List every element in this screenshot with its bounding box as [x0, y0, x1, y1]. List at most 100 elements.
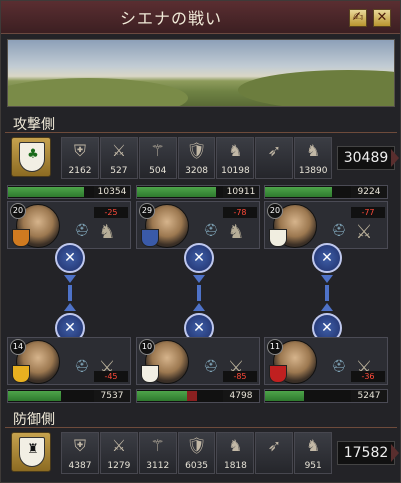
- unit-type-icon: ♞: [227, 221, 245, 243]
- unit-heavy-cavalry[interactable]: ♞ 10198: [216, 137, 255, 179]
- troop-bar: 10911: [136, 185, 260, 199]
- unit-count: 1279: [107, 461, 131, 471]
- unit-count: 504: [149, 166, 167, 176]
- commander-panel[interactable]: 10 ⛑ ⚔ -85: [136, 337, 260, 385]
- unit-pikemen[interactable]: ⚚ 3112: [138, 432, 177, 474]
- skill-icon: ⛑: [203, 359, 219, 373]
- loss-count: -85: [223, 371, 257, 382]
- commander-crest: [12, 365, 30, 383]
- attacker-crest: ♣: [11, 137, 51, 177]
- troop-bar: 4798: [136, 389, 260, 403]
- light-cavalry-icon: 🛡: [186, 436, 207, 455]
- crossed-swords-icon[interactable]: ✕: [312, 243, 342, 273]
- unit-light-infantry[interactable]: ⛨ 4387: [61, 432, 99, 474]
- close-icon[interactable]: ✕: [373, 9, 391, 27]
- knights-icon: ♞: [305, 436, 321, 455]
- knights-icon: ♞: [305, 141, 321, 160]
- commander-level: 20: [267, 203, 283, 219]
- troop-count: 7537: [94, 390, 130, 402]
- skill-icon: ⛑: [74, 359, 90, 373]
- unit-count: 4387: [68, 461, 92, 471]
- unit-count: 1818: [223, 461, 247, 471]
- arrow-down-icon: [321, 275, 333, 283]
- archers-icon: ➶: [267, 436, 281, 455]
- unit-knights[interactable]: ♞ 13890: [294, 137, 333, 179]
- troop-loss-fill: [187, 391, 197, 401]
- troop-bar: 10354: [7, 185, 131, 199]
- battlefield-image: [7, 39, 395, 107]
- heavy-infantry-icon: ⚔: [111, 141, 127, 160]
- troop-bar: 7537: [7, 389, 131, 403]
- troop-count: 4798: [223, 390, 259, 402]
- attacker-units: ⛨ 2162 ⚔ 527 ⚚ 504 🛡 3208 ♞ 10198 ➶ ♞ 13890: [61, 137, 333, 179]
- arrow-up-icon: [64, 303, 76, 311]
- archers-icon: ➶: [267, 141, 281, 160]
- loss-count: -77: [351, 207, 385, 218]
- commander-crest: [12, 229, 30, 247]
- troop-count: 10354: [94, 186, 130, 198]
- skill-icon: ⛑: [74, 223, 90, 237]
- light-infantry-icon: ⛨: [73, 141, 86, 160]
- attacker-total: 30489: [337, 146, 395, 170]
- troop-bar: 5247: [264, 389, 388, 403]
- defender-crest: ♜: [11, 432, 51, 472]
- defender-army: ♜ ⛨ 4387 ⚔ 1279 ⚚ 3112 🛡 6035 ♞ 1818 ➶ ♞ 951 17582: [5, 432, 399, 474]
- unit-count: 6035: [185, 461, 209, 471]
- commander-crest: [141, 365, 159, 383]
- commander-panel[interactable]: 14 ⛑ ⚔ -45: [7, 337, 131, 385]
- unit-light-infantry[interactable]: ⛨ 2162: [61, 137, 99, 179]
- loss-count: -36: [351, 371, 385, 382]
- commander-level: 10: [139, 339, 155, 355]
- unit-heavy-infantry[interactable]: ⚔ 1279: [99, 432, 138, 474]
- crossed-swords-icon[interactable]: ✕: [55, 243, 85, 273]
- arrow-shaft: [325, 285, 329, 301]
- commander-level: 20: [10, 203, 26, 219]
- commander-crest: [269, 229, 287, 247]
- commander-panel[interactable]: 20 ⛑ ⚔ -77: [264, 201, 388, 249]
- battle-window: シエナの戦い ✍ ✕ 攻撃側 ♣ ⛨ 2162 ⚔ 527 ⚚ 504 🛡 3208 ♞ 1019…: [0, 0, 401, 483]
- unit-count: 3112: [146, 461, 170, 471]
- skill-icon: ⛑: [331, 359, 347, 373]
- arrow-shaft: [197, 285, 201, 301]
- heavy-cavalry-icon: ♞: [228, 141, 243, 160]
- title-bar: シエナの戦い ✍ ✕: [1, 1, 400, 34]
- commander-level: 11: [267, 339, 283, 355]
- unit-pikemen[interactable]: ⚚ 504: [138, 137, 177, 179]
- troop-fill: [265, 187, 332, 197]
- unit-knights[interactable]: ♞ 951: [294, 432, 333, 474]
- unit-count: 2162: [68, 166, 92, 176]
- window-title: シエナの戦い: [119, 9, 222, 28]
- attacker-label: 攻撃側: [13, 117, 55, 133]
- unit-heavy-infantry[interactable]: ⚔ 527: [99, 137, 138, 179]
- commander-panel[interactable]: 20 ⛑ ♞ -25: [7, 201, 131, 249]
- troop-fill: [8, 187, 84, 197]
- defender-total: 17582: [337, 441, 395, 465]
- unit-light-cavalry[interactable]: 🛡 6035: [177, 432, 216, 474]
- light-cavalry-icon: 🛡: [186, 141, 207, 160]
- unit-count: 10198: [221, 166, 250, 176]
- unit-archers[interactable]: ➶: [255, 137, 294, 179]
- commander-crest: [141, 229, 159, 247]
- commander-level: 29: [139, 203, 155, 219]
- skill-icon: ⛑: [331, 223, 347, 237]
- loss-count: -78: [223, 207, 257, 218]
- troop-fill: [265, 391, 304, 401]
- defender-label: 防御側: [13, 412, 55, 428]
- troop-count: 5247: [351, 390, 387, 402]
- unit-archers[interactable]: ➶: [255, 432, 294, 474]
- troop-fill: [8, 391, 61, 401]
- skill-icon: ⛑: [203, 223, 219, 237]
- arrow-down-icon: [193, 275, 205, 283]
- commander-level: 14: [10, 339, 26, 355]
- crossed-swords-icon[interactable]: ✕: [184, 243, 214, 273]
- info-icon[interactable]: ✍: [349, 9, 367, 27]
- troop-fill: [137, 187, 216, 197]
- commander-crest: [269, 365, 287, 383]
- unit-heavy-cavalry[interactable]: ♞ 1818: [216, 432, 255, 474]
- commander-panel[interactable]: 11 ⛑ ⚔ -36: [264, 337, 388, 385]
- unit-count: 13890: [298, 166, 328, 176]
- troop-count: 10911: [223, 186, 259, 198]
- troop-count: 9224: [351, 186, 387, 198]
- unit-light-cavalry[interactable]: 🛡 3208: [177, 137, 216, 179]
- commander-panel[interactable]: 29 ⛑ ♞ -78: [136, 201, 260, 249]
